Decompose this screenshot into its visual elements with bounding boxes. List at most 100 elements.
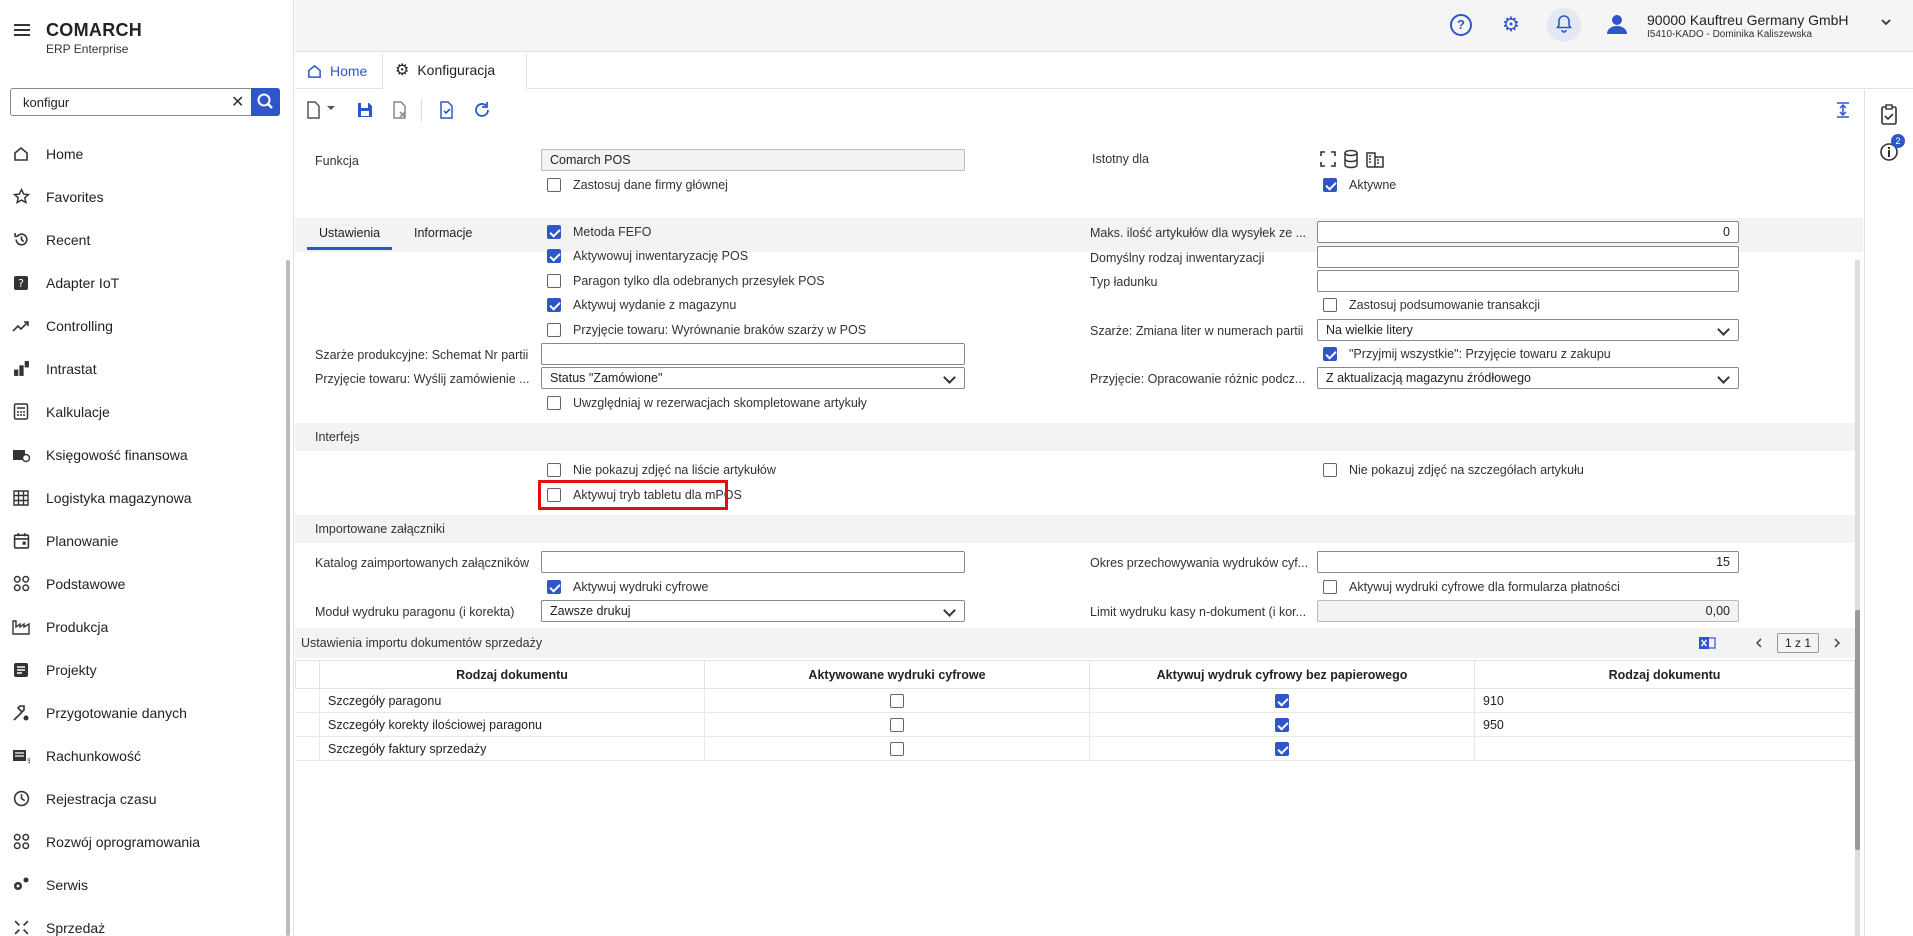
row-selector[interactable] (295, 688, 320, 713)
przyjecie-brakow-checkbox[interactable]: Przyjęcie towaru: Wyrównanie braków szar… (547, 323, 866, 337)
sidebar-item-serwis[interactable]: Serwis (0, 863, 285, 906)
aktywuj-wydruki-checkbox[interactable]: Aktywuj wydruki cyfrowe (547, 580, 708, 594)
nie-pokazuj-lista-checkbox[interactable]: Nie pokazuj zdjęć na liście artykułów (547, 463, 776, 477)
sidebar-item-sprzedaż[interactable]: Sprzedaż (0, 906, 285, 936)
zastosuj-podsumowanie-checkbox[interactable]: Zastosuj podsumowanie transakcji (1323, 298, 1540, 312)
checkbox[interactable] (547, 274, 561, 288)
funkcja-field[interactable]: Comarch POS (541, 149, 965, 171)
checkbox[interactable] (1275, 741, 1289, 756)
sidebar-item-home[interactable]: Home (0, 132, 285, 175)
table-row[interactable]: Szczegóły korekty ilościowej paragonu 950 (295, 712, 1855, 737)
checkbox[interactable] (1323, 463, 1337, 477)
checkbox[interactable] (547, 298, 561, 312)
sidebar-item-produkcja[interactable]: Produkcja (0, 605, 285, 648)
checkbox[interactable] (547, 323, 561, 337)
chevron-down-icon[interactable] (1880, 16, 1892, 28)
aktywuj-wydruki-formularz-checkbox[interactable]: Aktywuj wydruki cyfrowe dla formularza p… (1323, 580, 1620, 594)
table-row[interactable]: Szczegóły faktury sprzedaży (295, 736, 1855, 761)
sidebar-item-podstawowe[interactable]: Podstawowe (0, 562, 285, 605)
gear-icon[interactable]: ⚙ (1500, 14, 1522, 36)
sidebar-item-controlling[interactable]: Controlling (0, 304, 285, 347)
clear-icon[interactable]: ✕ (231, 92, 244, 112)
checkbox[interactable] (1275, 693, 1289, 708)
wyslij-zamowienie-select[interactable]: Status "Zamówione" (541, 367, 965, 389)
checkbox[interactable] (547, 463, 561, 477)
checkbox[interactable] (547, 225, 561, 239)
checkbox[interactable] (1323, 178, 1337, 192)
column-header[interactable]: Rodzaj dokumentu (1474, 660, 1855, 689)
database-icon[interactable] (1343, 149, 1359, 169)
chevron-down-icon[interactable] (325, 102, 337, 114)
sidebar-item-favorites[interactable]: Favorites (0, 175, 285, 218)
column-header[interactable]: Rodzaj dokumentu (319, 660, 705, 689)
chevron-left-icon[interactable] (1753, 637, 1765, 649)
szarze-zmiana-select[interactable]: Na wielkie litery (1317, 319, 1739, 341)
uwzgledniaj-checkbox[interactable]: Uwzględniaj w rezerwacjach skompletowane… (547, 396, 867, 410)
aktywne-checkbox[interactable]: Aktywne (1323, 178, 1396, 192)
refresh-icon[interactable] (472, 100, 492, 120)
user-icon[interactable] (1605, 12, 1629, 36)
katalog-field[interactable] (541, 551, 965, 573)
row-selector[interactable] (295, 736, 320, 761)
modul-wydruku-select[interactable]: Zawsze drukuj (541, 600, 965, 622)
column-header[interactable]: Aktywuj wydruk cyfrowy bez papierowego (1089, 660, 1475, 689)
subtab-ustawienia[interactable]: Ustawienia (307, 226, 393, 250)
checkbox[interactable] (890, 741, 904, 756)
sidebar-item-kalkulacje[interactable]: Kalkulacje (0, 390, 285, 433)
nie-pokazuj-szczegoly-checkbox[interactable]: Nie pokazuj zdjęć na szczegółach artykuł… (1323, 463, 1584, 477)
metoda-fefo-checkbox[interactable]: Metoda FEFO (547, 225, 652, 239)
checkbox[interactable] (1323, 298, 1337, 312)
scroll-thumb[interactable] (1855, 610, 1860, 850)
checkbox[interactable] (890, 693, 904, 708)
sidebar-item-adapter-iot[interactable]: ? Adapter IoT (0, 261, 285, 304)
clipboard-check-icon[interactable] (1879, 104, 1899, 126)
validate-document-icon[interactable] (437, 100, 457, 120)
excel-export-icon[interactable] (1698, 635, 1716, 651)
building-icon[interactable] (1365, 149, 1385, 169)
checkbox[interactable] (547, 396, 561, 410)
domyslny-rodzaj-field[interactable] (1317, 246, 1739, 268)
checkbox[interactable] (547, 249, 561, 263)
typ-ladunku-field[interactable] (1317, 270, 1739, 292)
zastosuj-dane-checkbox[interactable]: Zastosuj dane firmy głównej (547, 178, 728, 192)
szarze-produkcyjne-field[interactable] (541, 343, 965, 365)
tab-home[interactable]: Home (295, 53, 383, 89)
sidebar-item-planowanie[interactable]: Planowanie (0, 519, 285, 562)
new-document-icon[interactable] (303, 100, 323, 120)
checkbox[interactable] (547, 580, 561, 594)
menu-icon[interactable] (14, 24, 30, 36)
pager[interactable]: 1 z 1 (1777, 633, 1819, 653)
tab-konfiguracja[interactable]: ⚙ Konfiguracja (383, 53, 527, 89)
aktywowuj-inwentaryzacje-checkbox[interactable]: Aktywowuj inwentaryzację POS (547, 249, 748, 263)
sidebar-scrollbar[interactable] (286, 260, 290, 936)
checkbox[interactable] (890, 717, 904, 732)
okres-przechowywania-field[interactable]: 15 (1317, 551, 1739, 573)
row-selector[interactable] (295, 712, 320, 737)
checkbox[interactable] (1323, 347, 1337, 361)
sidebar-item-logistyka-magazynowa[interactable]: Logistyka magazynowa (0, 476, 285, 519)
limit-wydruku-field[interactable]: 0,00 (1317, 600, 1739, 622)
search-button[interactable] (251, 88, 280, 116)
checkbox[interactable] (1275, 717, 1289, 732)
sidebar-item-księgowość-finansowa[interactable]: Księgowość finansowa (0, 433, 285, 476)
discard-icon[interactable] (390, 100, 410, 120)
sidebar-item-przygotowanie-danych[interactable]: Przygotowanie danych (0, 691, 285, 734)
subtab-informacje[interactable]: Informacje (414, 226, 472, 240)
search-input[interactable]: konfigur (23, 95, 69, 110)
aktywuj-wydanie-checkbox[interactable]: Aktywuj wydanie z magazynu (547, 298, 736, 312)
sidebar-item-recent[interactable]: Recent (0, 218, 285, 261)
help-icon[interactable]: ? (1450, 14, 1472, 36)
expand-vertical-icon[interactable] (1833, 100, 1853, 120)
sidebar-item-intrastat[interactable]: Intrastat (0, 347, 285, 390)
sidebar-item-projekty[interactable]: Projekty (0, 648, 285, 691)
save-icon[interactable] (355, 100, 375, 120)
checkbox[interactable] (1323, 580, 1337, 594)
opracowanie-roznic-select[interactable]: Z aktualizacją magazynu źródłowego (1317, 367, 1739, 389)
table-row[interactable]: Szczegóły paragonu 910 (295, 688, 1855, 713)
chevron-right-icon[interactable] (1831, 637, 1843, 649)
paragon-tylko-checkbox[interactable]: Paragon tylko dla odebranych przesyłek P… (547, 274, 825, 288)
column-header[interactable]: Aktywowane wydruki cyfrowe (704, 660, 1090, 689)
notifications-button[interactable] (1547, 8, 1581, 42)
maks-ilosc-field[interactable]: 0 (1317, 221, 1739, 243)
company-name[interactable]: 90000 Kauftreu Germany GmbH (1647, 12, 1849, 28)
